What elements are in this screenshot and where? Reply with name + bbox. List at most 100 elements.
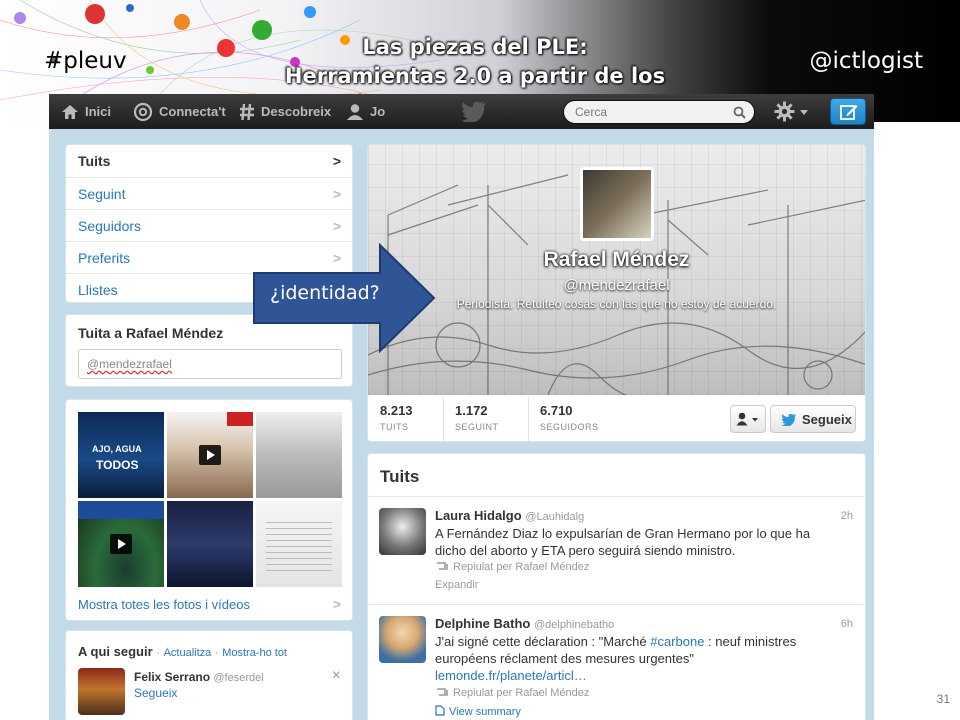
tweet-text: A Fernández Diaz lo expulsarían de Gran … — [435, 526, 811, 558]
search-input[interactable] — [575, 105, 725, 119]
tweets-timeline: Tuits Laura Hidalgo @Lauhidalg 2h A Fern… — [367, 453, 866, 720]
menu-item-followers[interactable]: Seguidors > — [66, 209, 352, 241]
user-icon — [347, 103, 363, 120]
nav-connect[interactable]: Connecta't — [133, 94, 226, 129]
follow-button[interactable]: Segueix — [770, 405, 856, 433]
profile-cover-image: Rafael Méndez @mendezrafael Periodista. … — [368, 145, 865, 395]
stat-value: 6.710 — [540, 403, 573, 418]
chevron-right-icon: > — [332, 153, 341, 169]
suggested-user-name-text: Felix Serrano — [134, 670, 211, 684]
nav-me[interactable]: Jo — [346, 94, 385, 129]
separator-dot: · — [214, 647, 219, 659]
menu-item-label: Llistes — [78, 282, 118, 298]
show-all-photos-link[interactable]: Mostra totes les fotos i vídeos — [78, 597, 250, 612]
media-thumbnail[interactable]: AJO, AGUA TODOS — [78, 412, 164, 498]
stat-following[interactable]: 1.172 SEGUINT — [455, 403, 499, 432]
user-actions-dropdown-button[interactable] — [730, 405, 766, 433]
separator-dot: · — [156, 647, 160, 659]
retweet-indicator: Repiulat per Rafael Méndez — [435, 687, 589, 699]
photos-videos-box: AJO, AGUA TODOS Mostra totes les fotos i… — [65, 399, 353, 621]
tweet-url-link[interactable]: lemonde.fr/planete/articl… — [435, 668, 587, 683]
twitter-bird-logo-icon — [461, 101, 486, 122]
profile-card: Rafael Méndez @mendezrafael Periodista. … — [367, 144, 866, 442]
retweet-icon — [437, 562, 448, 570]
slide-hashtag: #pleuv — [44, 48, 127, 74]
settings-dropdown-caret-icon[interactable] — [800, 110, 808, 115]
expand-tweet-link[interactable]: Expandir — [435, 579, 478, 591]
tweet-timestamp[interactable]: 2h — [841, 510, 853, 522]
retweet-text: Repiulat per Rafael Méndez — [453, 687, 590, 699]
nav-me-label: Jo — [370, 104, 386, 119]
slide-author-handle: @ictlogist — [809, 48, 923, 74]
dismiss-suggestion-icon[interactable]: × — [332, 667, 341, 685]
media-thumbnail[interactable] — [167, 501, 253, 587]
chevron-right-icon: > — [332, 186, 341, 202]
tweet-author-name: Laura Hidalgo — [435, 508, 522, 523]
profile-handle: @mendezrafael — [563, 277, 670, 294]
stat-label: SEGUINT — [455, 422, 499, 432]
menu-item-label: Seguidors — [78, 218, 142, 234]
slide-page-number: 31 — [936, 692, 950, 706]
tweet-item[interactable]: Laura Hidalgo @Lauhidalg 2h A Fernández … — [368, 496, 865, 604]
retweet-text: Repiulat per Rafael Méndez — [453, 561, 590, 573]
suggested-user-name[interactable]: Felix Serrano @feserdel — [134, 670, 264, 684]
tweet-text-part: J'ai signé cette déclaration : "Marché — [435, 634, 651, 649]
nav-discover-label: Descobreix — [261, 104, 332, 119]
view-summary-link[interactable]: View summary — [435, 705, 521, 718]
tweet-timestamp[interactable]: 6h — [841, 618, 853, 630]
profile-avatar[interactable] — [580, 167, 654, 241]
stat-divider — [443, 397, 444, 441]
avatar[interactable] — [379, 616, 426, 663]
slide: #pleuv Las piezas del PLE: Herramientas … — [0, 0, 960, 720]
stat-tweets[interactable]: 8.213 TUITS — [380, 403, 413, 432]
avatar[interactable] — [78, 668, 125, 715]
media-thumbnail[interactable] — [256, 501, 342, 587]
search-icon[interactable] — [733, 106, 746, 119]
nav-discover[interactable]: Descobreix — [239, 94, 331, 129]
stat-value: 1.172 — [455, 403, 488, 418]
suggested-user-handle: @feserdel — [213, 672, 264, 684]
tweet-to-label: Tuita a Rafael Méndez — [78, 325, 224, 341]
tweet-author-name: Delphine Batho — [435, 616, 531, 631]
retweet-icon — [437, 688, 448, 696]
tweet-hashtag-link[interactable]: #carbone — [650, 634, 704, 649]
media-thumbnail-video[interactable] — [167, 412, 253, 498]
identity-callout-label: ¿identidad? — [270, 282, 380, 304]
stat-divider — [528, 397, 529, 441]
slide-title-line-1: Las piezas del PLE: — [362, 35, 588, 59]
who-to-follow-header: A qui seguir · Actualitza · Mostra-ho to… — [78, 644, 287, 659]
profile-bio: Periodista. Retuiteo cosas con las que n… — [456, 297, 777, 311]
tweet-to-input[interactable]: @mendezrafael — [78, 349, 342, 379]
stat-followers[interactable]: 6.710 SEGUIDORS — [540, 403, 599, 432]
stat-value: 8.213 — [380, 403, 413, 418]
tweet-author-handle: @Lauhidalg — [525, 511, 585, 523]
who-to-follow-box: A qui seguir · Actualitza · Mostra-ho to… — [65, 630, 353, 720]
play-icon — [199, 445, 221, 465]
nav-home[interactable]: Inici — [61, 94, 111, 129]
tweet-author[interactable]: Delphine Batho @delphinebatho — [435, 616, 614, 631]
tweet-to-input-value: @mendezrafael — [87, 357, 172, 371]
menu-item-label: Seguint — [78, 186, 126, 202]
media-thumbnail[interactable] — [256, 412, 342, 498]
nav-connect-label: Connecta't — [159, 104, 226, 119]
menu-item-following[interactable]: Seguint > — [66, 177, 352, 209]
search-box[interactable] — [563, 100, 755, 124]
show-all-suggestions-link[interactable]: Mostra-ho tot — [222, 647, 287, 659]
home-icon — [62, 104, 78, 119]
tweet-item[interactable]: Delphine Batho @delphinebatho 6h J'ai si… — [368, 604, 865, 720]
tweet-text: J'ai signé cette déclaration : "Marché #… — [435, 633, 835, 684]
retweet-indicator: Repiulat per Rafael Méndez — [435, 561, 589, 573]
document-icon — [435, 705, 445, 716]
tweet-author[interactable]: Laura Hidalgo @Lauhidalg — [435, 508, 584, 523]
media-thumbnail-video[interactable] — [78, 501, 164, 587]
refresh-suggestions-link[interactable]: Actualitza — [164, 647, 212, 659]
chevron-right-icon: > — [332, 218, 341, 234]
follow-suggested-user-link[interactable]: Segueix — [134, 686, 177, 700]
compose-pencil-icon — [840, 105, 858, 120]
menu-item-tweets[interactable]: Tuits > — [66, 145, 352, 177]
menu-item-label: Tuits — [78, 153, 111, 169]
compose-tweet-button[interactable] — [830, 98, 866, 125]
avatar[interactable] — [379, 508, 426, 555]
gear-icon[interactable] — [774, 101, 795, 122]
play-icon — [110, 534, 132, 554]
